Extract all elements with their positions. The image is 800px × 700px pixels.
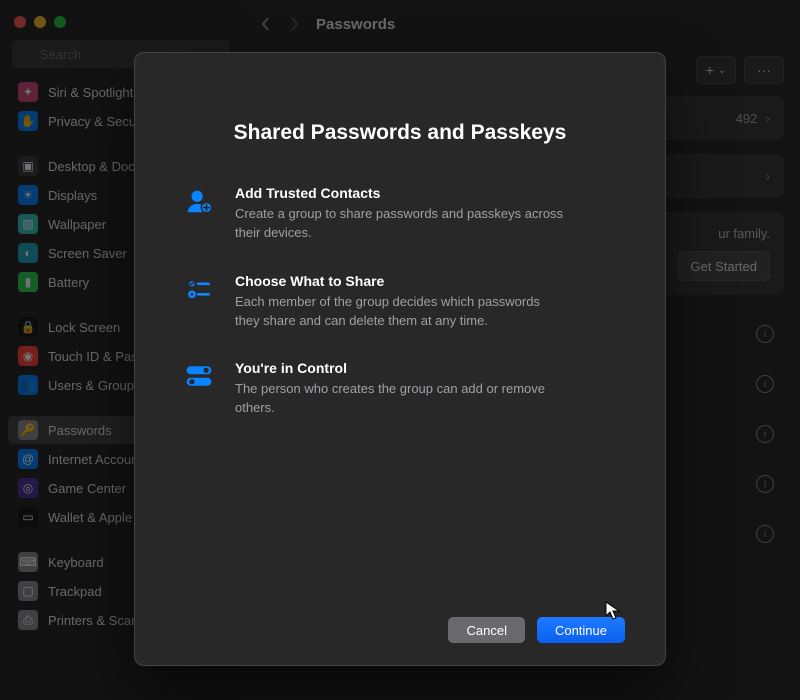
continue-button[interactable]: Continue: [537, 617, 625, 643]
settings-window: ✦Siri & Spotlight✋Privacy & Security▣Des…: [0, 0, 800, 700]
sidebar-item-icon: 🔑: [18, 420, 38, 440]
info-icon: i: [756, 325, 774, 343]
sidebar-item-icon: ◐: [18, 243, 38, 263]
sidebar-item-icon: ▭: [18, 507, 38, 527]
window-controls: [0, 8, 242, 40]
shared-passwords-modal: Shared Passwords and Passkeys Add Truste…: [134, 52, 666, 666]
back-button[interactable]: [260, 16, 272, 32]
sidebar-item-icon: ▨: [18, 214, 38, 234]
feature-control: You're in Control The person who creates…: [175, 360, 625, 418]
feature-text: The person who creates the group can add…: [235, 380, 565, 418]
close-window-button[interactable]: [14, 16, 26, 28]
feature-trusted-contacts: Add Trusted Contacts Create a group to s…: [175, 185, 625, 243]
sidebar-item-icon: ✋: [18, 111, 38, 131]
toggles-icon: [183, 360, 215, 392]
chevron-right-icon: ›: [765, 110, 770, 126]
cancel-button[interactable]: Cancel: [448, 617, 524, 643]
sidebar-item-label: Passwords: [48, 423, 112, 438]
sidebar-item-label: Desktop & Dock: [48, 159, 141, 174]
zoom-window-button[interactable]: [54, 16, 66, 28]
sidebar-item-icon: 🔒: [18, 317, 38, 337]
sidebar-item-label: Battery: [48, 275, 89, 290]
sidebar-item-icon: 👥: [18, 375, 38, 395]
feature-text: Each member of the group decides which p…: [235, 293, 565, 331]
info-icon: i: [756, 525, 774, 543]
more-button[interactable]: ···: [744, 56, 784, 84]
sidebar-item-icon: ▣: [18, 156, 38, 176]
add-button[interactable]: +⌄: [696, 56, 736, 84]
family-hint-text: ur family.: [718, 226, 770, 241]
feature-title: Choose What to Share: [235, 273, 565, 289]
sidebar-item-icon: ◎: [18, 478, 38, 498]
sidebar-item-icon: ▢: [18, 581, 38, 601]
count-badge: 492: [736, 111, 758, 126]
sidebar-item-icon: ▮: [18, 272, 38, 292]
get-started-button[interactable]: Get Started: [678, 251, 770, 281]
info-icon: i: [756, 475, 774, 493]
feature-choose-share: Choose What to Share Each member of the …: [175, 273, 625, 331]
feature-text: Create a group to share passwords and pa…: [235, 205, 565, 243]
sidebar-item-label: Keyboard: [48, 555, 104, 570]
page-title: Passwords: [316, 16, 395, 33]
sidebar-item-label: Users & Groups: [48, 378, 140, 393]
feature-title: You're in Control: [235, 360, 565, 376]
sidebar-item-label: Lock Screen: [48, 320, 120, 335]
sidebar-item-icon: ⎙: [18, 610, 38, 630]
sidebar-item-label: Screen Saver: [48, 246, 127, 261]
forward-button[interactable]: [288, 16, 300, 32]
sidebar-item-icon: ☀: [18, 185, 38, 205]
minimize-window-button[interactable]: [34, 16, 46, 28]
sidebar-item-label: Siri & Spotlight: [48, 85, 133, 100]
feature-title: Add Trusted Contacts: [235, 185, 565, 201]
sidebar-item-icon: @: [18, 449, 38, 469]
sidebar-item-label: Wallpaper: [48, 217, 106, 232]
modal-title: Shared Passwords and Passkeys: [175, 121, 625, 145]
sidebar-item-label: Game Center: [48, 481, 126, 496]
sidebar-item-icon: ✦: [18, 82, 38, 102]
list-checklist-icon: [183, 273, 215, 305]
info-icon: i: [756, 375, 774, 393]
chevron-right-icon: ›: [765, 168, 770, 184]
info-icon: i: [756, 425, 774, 443]
sidebar-item-icon: ◉: [18, 346, 38, 366]
sidebar-item-icon: ⌨: [18, 552, 38, 572]
person-add-icon: [183, 185, 215, 217]
sidebar-item-label: Displays: [48, 188, 97, 203]
sidebar-item-label: Trackpad: [48, 584, 102, 599]
